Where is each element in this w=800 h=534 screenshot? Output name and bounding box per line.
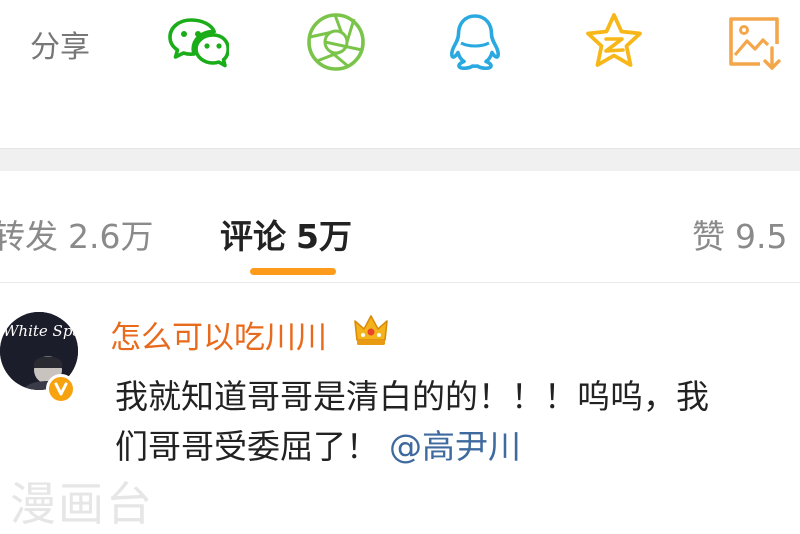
watermark: 漫画台	[10, 477, 154, 531]
tab-repost[interactable]: 转发 2.6万	[0, 210, 153, 258]
comment-text-line-2-body: 们哥哥受委屈了！	[115, 427, 379, 466]
wechat-icon[interactable]	[165, 10, 229, 74]
tab-likes-count: 9.5	[735, 217, 788, 256]
comment-text-line-1: 我就知道哥哥是清白的的！！！呜呜，我	[115, 377, 709, 416]
qzone-icon[interactable]	[582, 10, 646, 74]
save-image-icon[interactable]	[722, 10, 786, 74]
avatar-text: White Space	[3, 322, 78, 340]
verified-badge-icon	[46, 374, 76, 404]
tab-comments-count: 5万	[296, 217, 352, 256]
tab-comments[interactable]: 评论 5万	[220, 210, 352, 258]
qq-icon[interactable]	[443, 10, 507, 74]
tab-repost-count: 2.6万	[68, 217, 154, 256]
tab-comments-label: 评论	[220, 217, 286, 256]
active-tab-indicator	[250, 268, 336, 275]
comment-text-line-2: 们哥哥受委屈了！ @高尹川	[115, 420, 521, 468]
section-divider	[0, 148, 800, 171]
crown-icon	[352, 310, 390, 348]
tab-likes[interactable]: 赞 9.5	[692, 210, 787, 258]
tab-likes-label: 赞	[692, 217, 725, 256]
mention-link[interactable]: @高尹川	[389, 427, 521, 466]
share-bar: 分享	[0, 0, 800, 100]
comment-username[interactable]: 怎么可以吃川川	[110, 312, 327, 357]
tab-repost-label: 转发	[0, 217, 58, 256]
tab-bar: 转发 2.6万 评论 5万 赞 9.5	[0, 170, 800, 283]
moments-icon[interactable]	[304, 10, 368, 74]
share-label: 分享	[30, 30, 90, 65]
